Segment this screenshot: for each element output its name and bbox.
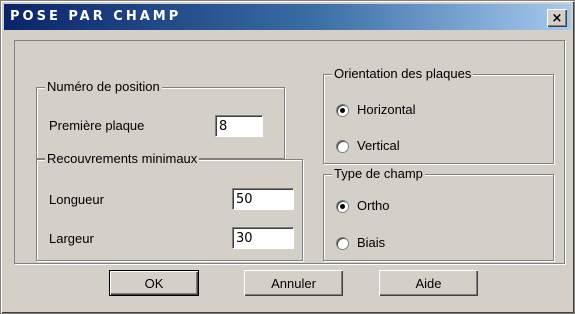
horizontal-label[interactable]: Horizontal bbox=[357, 102, 416, 117]
orientation-group: Orientation des plaques Horizontal Verti… bbox=[323, 66, 554, 164]
premiere-plaque-input[interactable] bbox=[215, 115, 263, 137]
orientation-title: Orientation des plaques bbox=[332, 66, 474, 81]
title-bar[interactable]: POSE PAR CHAMP × bbox=[4, 4, 571, 30]
premiere-plaque-label: Première plaque bbox=[49, 118, 145, 133]
annuler-button[interactable]: Annuler bbox=[244, 270, 343, 296]
numero-position-group: Numéro de position Première plaque bbox=[36, 79, 285, 159]
biais-radio[interactable] bbox=[336, 237, 349, 250]
horizontal-radio[interactable] bbox=[336, 104, 349, 117]
ok-button-label: OK bbox=[144, 275, 164, 291]
window-title: POSE PAR CHAMP bbox=[10, 9, 182, 24]
options-panel: Numéro de position Première plaque Recou… bbox=[14, 40, 565, 264]
longueur-label: Longueur bbox=[49, 192, 104, 207]
recouvrements-group: Recouvrements minimaux Longueur Largeur bbox=[36, 151, 303, 261]
close-button[interactable]: × bbox=[547, 9, 567, 27]
largeur-label: Largeur bbox=[49, 231, 94, 246]
longueur-input[interactable] bbox=[232, 188, 294, 210]
annuler-button-label: Annuler bbox=[271, 275, 316, 291]
aide-button[interactable]: Aide bbox=[379, 270, 478, 296]
type-champ-title: Type de champ bbox=[332, 166, 425, 181]
vertical-label[interactable]: Vertical bbox=[357, 138, 400, 153]
vertical-radio[interactable] bbox=[336, 140, 349, 153]
pose-par-champ-dialog: POSE PAR CHAMP × Numéro de position Prem… bbox=[0, 0, 575, 314]
aide-button-label: Aide bbox=[415, 275, 442, 291]
recouvrements-title: Recouvrements minimaux bbox=[45, 151, 200, 166]
largeur-input[interactable] bbox=[232, 227, 294, 249]
ortho-radio[interactable] bbox=[336, 200, 349, 213]
ortho-label[interactable]: Ortho bbox=[357, 198, 390, 213]
close-icon: × bbox=[551, 10, 563, 26]
type-champ-group: Type de champ Ortho Biais bbox=[323, 166, 554, 261]
ok-button[interactable]: OK bbox=[109, 270, 199, 296]
numero-position-title: Numéro de position bbox=[45, 79, 162, 94]
biais-label[interactable]: Biais bbox=[357, 235, 385, 250]
